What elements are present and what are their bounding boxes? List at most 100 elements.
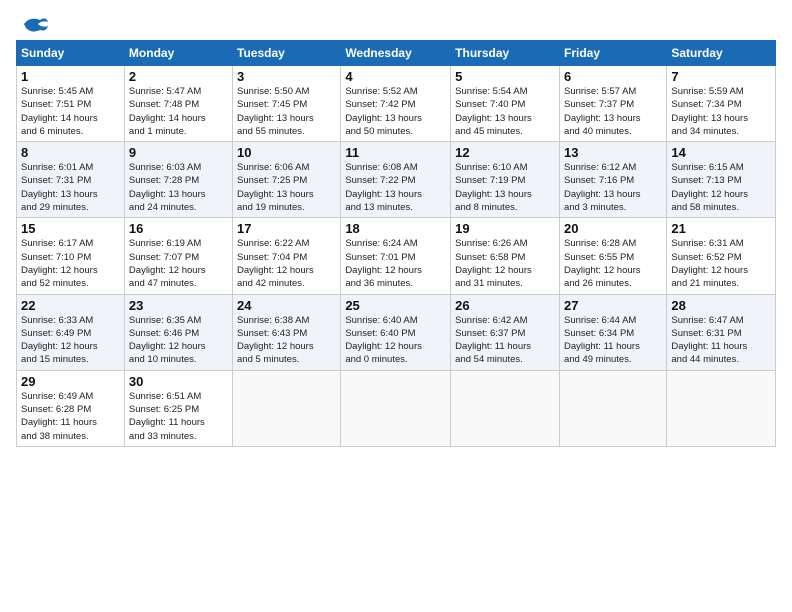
- day-number: 23: [129, 298, 228, 313]
- logo-bird-icon: [20, 12, 50, 36]
- calendar-cell: 13Sunrise: 6:12 AM Sunset: 7:16 PM Dayli…: [559, 142, 666, 218]
- calendar-header-row: SundayMondayTuesdayWednesdayThursdayFrid…: [17, 41, 776, 66]
- day-number: 14: [671, 145, 771, 160]
- calendar-week-row: 22Sunrise: 6:33 AM Sunset: 6:49 PM Dayli…: [17, 294, 776, 370]
- calendar-week-row: 8Sunrise: 6:01 AM Sunset: 7:31 PM Daylig…: [17, 142, 776, 218]
- calendar-header-tuesday: Tuesday: [233, 41, 341, 66]
- day-info: Sunrise: 6:35 AM Sunset: 6:46 PM Dayligh…: [129, 314, 228, 367]
- day-number: 2: [129, 69, 228, 84]
- day-info: Sunrise: 6:10 AM Sunset: 7:19 PM Dayligh…: [455, 161, 555, 214]
- calendar-week-row: 15Sunrise: 6:17 AM Sunset: 7:10 PM Dayli…: [17, 218, 776, 294]
- day-info: Sunrise: 6:15 AM Sunset: 7:13 PM Dayligh…: [671, 161, 771, 214]
- day-info: Sunrise: 5:45 AM Sunset: 7:51 PM Dayligh…: [21, 85, 120, 138]
- calendar-cell: 9Sunrise: 6:03 AM Sunset: 7:28 PM Daylig…: [124, 142, 232, 218]
- day-number: 3: [237, 69, 336, 84]
- day-info: Sunrise: 5:57 AM Sunset: 7:37 PM Dayligh…: [564, 85, 662, 138]
- day-info: Sunrise: 6:51 AM Sunset: 6:25 PM Dayligh…: [129, 390, 228, 443]
- day-number: 15: [21, 221, 120, 236]
- day-info: Sunrise: 6:38 AM Sunset: 6:43 PM Dayligh…: [237, 314, 336, 367]
- calendar-week-row: 29Sunrise: 6:49 AM Sunset: 6:28 PM Dayli…: [17, 370, 776, 446]
- day-info: Sunrise: 5:54 AM Sunset: 7:40 PM Dayligh…: [455, 85, 555, 138]
- calendar-cell: [341, 370, 451, 446]
- day-info: Sunrise: 6:31 AM Sunset: 6:52 PM Dayligh…: [671, 237, 771, 290]
- day-number: 25: [345, 298, 446, 313]
- day-number: 4: [345, 69, 446, 84]
- calendar-header-wednesday: Wednesday: [341, 41, 451, 66]
- page: SundayMondayTuesdayWednesdayThursdayFrid…: [0, 0, 792, 612]
- day-number: 18: [345, 221, 446, 236]
- day-number: 27: [564, 298, 662, 313]
- day-info: Sunrise: 6:44 AM Sunset: 6:34 PM Dayligh…: [564, 314, 662, 367]
- calendar-cell: 3Sunrise: 5:50 AM Sunset: 7:45 PM Daylig…: [233, 66, 341, 142]
- day-number: 29: [21, 374, 120, 389]
- day-number: 19: [455, 221, 555, 236]
- day-number: 26: [455, 298, 555, 313]
- day-number: 9: [129, 145, 228, 160]
- calendar-cell: [451, 370, 560, 446]
- day-info: Sunrise: 6:47 AM Sunset: 6:31 PM Dayligh…: [671, 314, 771, 367]
- calendar-cell: 12Sunrise: 6:10 AM Sunset: 7:19 PM Dayli…: [451, 142, 560, 218]
- day-number: 6: [564, 69, 662, 84]
- calendar-header-sunday: Sunday: [17, 41, 125, 66]
- day-info: Sunrise: 6:26 AM Sunset: 6:58 PM Dayligh…: [455, 237, 555, 290]
- day-number: 8: [21, 145, 120, 160]
- calendar-week-row: 1Sunrise: 5:45 AM Sunset: 7:51 PM Daylig…: [17, 66, 776, 142]
- day-number: 22: [21, 298, 120, 313]
- calendar-header-monday: Monday: [124, 41, 232, 66]
- day-info: Sunrise: 6:01 AM Sunset: 7:31 PM Dayligh…: [21, 161, 120, 214]
- calendar-cell: 2Sunrise: 5:47 AM Sunset: 7:48 PM Daylig…: [124, 66, 232, 142]
- calendar-cell: 25Sunrise: 6:40 AM Sunset: 6:40 PM Dayli…: [341, 294, 451, 370]
- calendar-cell: [559, 370, 666, 446]
- day-info: Sunrise: 6:12 AM Sunset: 7:16 PM Dayligh…: [564, 161, 662, 214]
- header-area: [16, 12, 776, 32]
- day-number: 13: [564, 145, 662, 160]
- calendar-cell: 20Sunrise: 6:28 AM Sunset: 6:55 PM Dayli…: [559, 218, 666, 294]
- calendar-cell: 26Sunrise: 6:42 AM Sunset: 6:37 PM Dayli…: [451, 294, 560, 370]
- calendar-cell: 29Sunrise: 6:49 AM Sunset: 6:28 PM Dayli…: [17, 370, 125, 446]
- calendar-cell: 19Sunrise: 6:26 AM Sunset: 6:58 PM Dayli…: [451, 218, 560, 294]
- day-info: Sunrise: 6:24 AM Sunset: 7:01 PM Dayligh…: [345, 237, 446, 290]
- day-info: Sunrise: 6:33 AM Sunset: 6:49 PM Dayligh…: [21, 314, 120, 367]
- day-number: 5: [455, 69, 555, 84]
- day-info: Sunrise: 6:03 AM Sunset: 7:28 PM Dayligh…: [129, 161, 228, 214]
- calendar-cell: 16Sunrise: 6:19 AM Sunset: 7:07 PM Dayli…: [124, 218, 232, 294]
- day-info: Sunrise: 6:40 AM Sunset: 6:40 PM Dayligh…: [345, 314, 446, 367]
- calendar-cell: 15Sunrise: 6:17 AM Sunset: 7:10 PM Dayli…: [17, 218, 125, 294]
- day-number: 17: [237, 221, 336, 236]
- calendar-cell: 23Sunrise: 6:35 AM Sunset: 6:46 PM Dayli…: [124, 294, 232, 370]
- calendar-cell: 7Sunrise: 5:59 AM Sunset: 7:34 PM Daylig…: [667, 66, 776, 142]
- day-info: Sunrise: 6:28 AM Sunset: 6:55 PM Dayligh…: [564, 237, 662, 290]
- day-number: 16: [129, 221, 228, 236]
- day-info: Sunrise: 6:49 AM Sunset: 6:28 PM Dayligh…: [21, 390, 120, 443]
- day-number: 20: [564, 221, 662, 236]
- day-info: Sunrise: 6:22 AM Sunset: 7:04 PM Dayligh…: [237, 237, 336, 290]
- day-number: 30: [129, 374, 228, 389]
- day-number: 11: [345, 145, 446, 160]
- calendar-header-thursday: Thursday: [451, 41, 560, 66]
- day-number: 10: [237, 145, 336, 160]
- calendar-cell: 22Sunrise: 6:33 AM Sunset: 6:49 PM Dayli…: [17, 294, 125, 370]
- calendar-cell: 4Sunrise: 5:52 AM Sunset: 7:42 PM Daylig…: [341, 66, 451, 142]
- logo: [16, 12, 50, 36]
- calendar-cell: [233, 370, 341, 446]
- day-number: 24: [237, 298, 336, 313]
- day-info: Sunrise: 6:17 AM Sunset: 7:10 PM Dayligh…: [21, 237, 120, 290]
- calendar-header-saturday: Saturday: [667, 41, 776, 66]
- calendar-cell: 18Sunrise: 6:24 AM Sunset: 7:01 PM Dayli…: [341, 218, 451, 294]
- calendar-cell: 17Sunrise: 6:22 AM Sunset: 7:04 PM Dayli…: [233, 218, 341, 294]
- calendar-cell: [667, 370, 776, 446]
- calendar-header-friday: Friday: [559, 41, 666, 66]
- day-info: Sunrise: 6:06 AM Sunset: 7:25 PM Dayligh…: [237, 161, 336, 214]
- calendar-cell: 30Sunrise: 6:51 AM Sunset: 6:25 PM Dayli…: [124, 370, 232, 446]
- day-number: 1: [21, 69, 120, 84]
- calendar-cell: 11Sunrise: 6:08 AM Sunset: 7:22 PM Dayli…: [341, 142, 451, 218]
- day-info: Sunrise: 5:47 AM Sunset: 7:48 PM Dayligh…: [129, 85, 228, 138]
- day-info: Sunrise: 5:50 AM Sunset: 7:45 PM Dayligh…: [237, 85, 336, 138]
- day-info: Sunrise: 5:59 AM Sunset: 7:34 PM Dayligh…: [671, 85, 771, 138]
- day-info: Sunrise: 6:42 AM Sunset: 6:37 PM Dayligh…: [455, 314, 555, 367]
- logo-wrapper: [16, 12, 50, 32]
- calendar-cell: 10Sunrise: 6:06 AM Sunset: 7:25 PM Dayli…: [233, 142, 341, 218]
- day-number: 12: [455, 145, 555, 160]
- day-info: Sunrise: 6:19 AM Sunset: 7:07 PM Dayligh…: [129, 237, 228, 290]
- calendar-cell: 21Sunrise: 6:31 AM Sunset: 6:52 PM Dayli…: [667, 218, 776, 294]
